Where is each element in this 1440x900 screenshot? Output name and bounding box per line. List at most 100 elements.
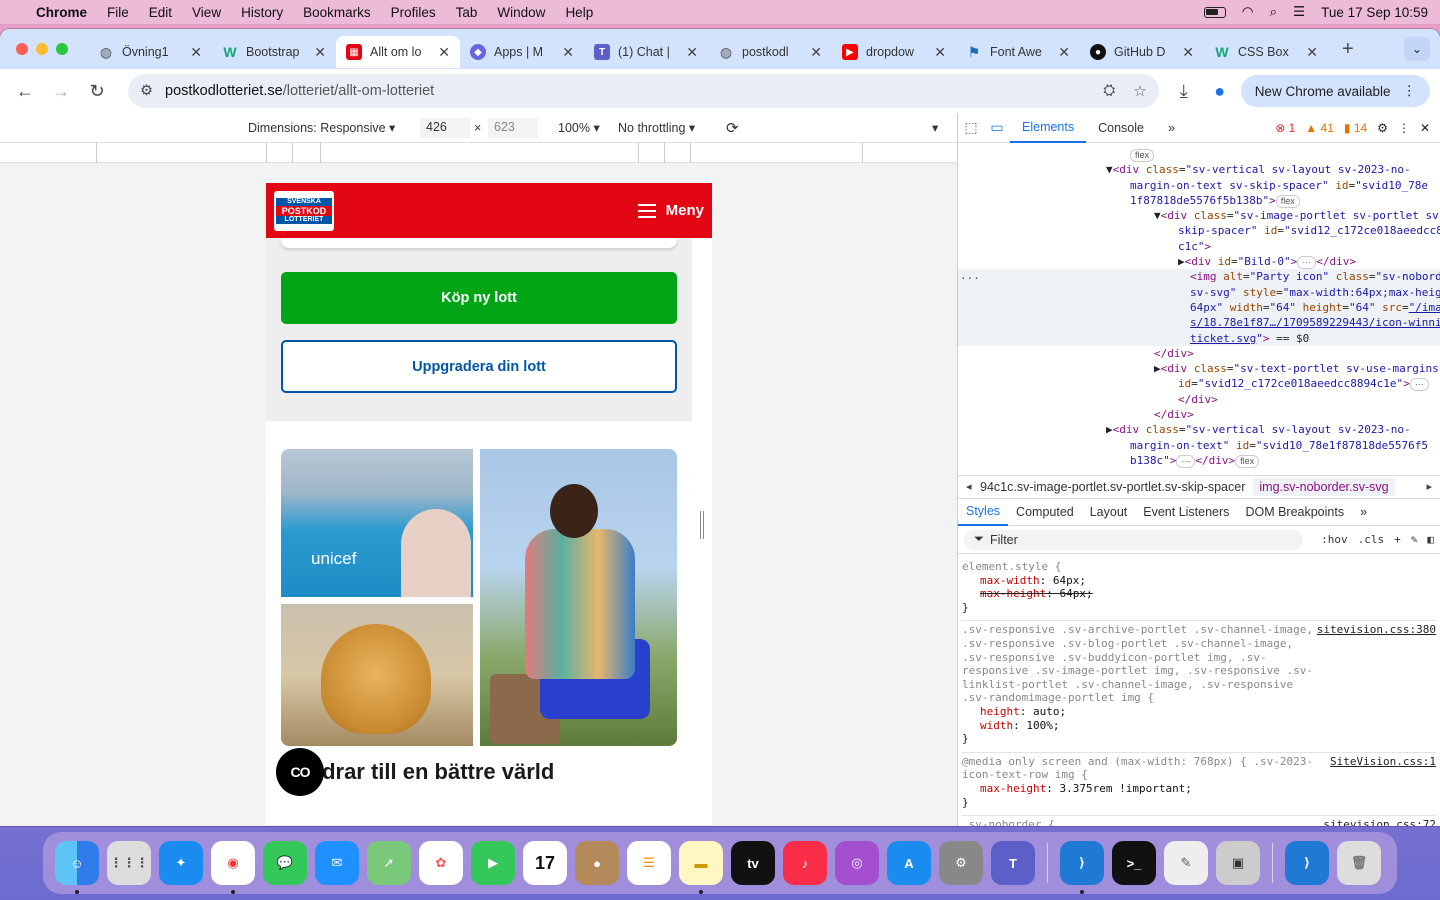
menubar-clock[interactable]: Tue 17 Sep 10:59 (1321, 5, 1428, 20)
close-tab-icon[interactable]: ✕ (438, 44, 450, 61)
devtools-kebab-icon[interactable]: ⋮ (1398, 121, 1410, 135)
device-more-caret-icon[interactable]: ▾ (932, 120, 938, 135)
upgrade-ticket-button[interactable]: Uppgradera din lott (281, 340, 677, 393)
control-center-icon[interactable]: ☰ (1293, 4, 1305, 20)
spotlight-search-icon[interactable]: ⌕ (1269, 4, 1277, 20)
app-store-icon[interactable]: A (887, 841, 931, 885)
tab-chat[interactable]: T (1) Chat | ✕ (584, 36, 708, 68)
trash-icon[interactable]: 🗑 (1337, 841, 1381, 885)
dom-line[interactable]: ▼<div class="sv-image-portlet sv-portlet… (958, 208, 1440, 223)
vscode-icon[interactable]: ⟩ (1060, 841, 1104, 894)
tab-github[interactable]: ● GitHub D ✕ (1080, 36, 1204, 68)
wifi-icon[interactable]: ◠ (1242, 4, 1254, 20)
dom-line[interactable]: c1c"> (958, 239, 1440, 254)
close-tab-icon[interactable]: ✕ (1058, 44, 1070, 61)
contacts-icon[interactable]: ● (575, 841, 619, 885)
dom-line[interactable]: id="svid12_c172ce018aeedcc8894c1e"> ··· (958, 376, 1440, 392)
css-declaration[interactable]: max-height: 64px; (962, 587, 1436, 601)
dom-line[interactable]: flex (958, 147, 1440, 162)
battery-icon[interactable] (1203, 6, 1226, 18)
vscode-document-icon[interactable]: ⟩ (1285, 841, 1329, 885)
ellipsis-icon[interactable]: ··· (960, 271, 980, 286)
textedit-icon[interactable]: ✎ (1164, 841, 1208, 885)
menu-window[interactable]: Window (497, 5, 545, 20)
css-declaration[interactable]: max-height: 3.375rem !important; (962, 782, 1436, 796)
back-arrow-icon[interactable]: ← (10, 76, 40, 106)
new-rule-plus-icon[interactable]: + (1394, 533, 1401, 546)
tab-computed[interactable]: Computed (1008, 499, 1082, 526)
dom-line[interactable]: margin-on-text sv-skip-spacer" id="svid1… (958, 178, 1440, 193)
paint-icon[interactable]: ✎ (1411, 533, 1418, 546)
rule-source-link[interactable]: sitevision.css:72 (1323, 818, 1436, 826)
dom-line[interactable]: </div> (958, 346, 1440, 361)
address-bar[interactable]: ⚙ postkodlotteriet.se/lotteriet/allt-om-… (128, 74, 1159, 108)
close-tab-icon[interactable]: ✕ (562, 44, 574, 61)
menu-tab[interactable]: Tab (456, 5, 478, 20)
tab-event-listeners[interactable]: Event Listeners (1135, 499, 1237, 526)
sidebar-toggle-icon[interactable]: ◧ (1427, 533, 1434, 546)
dimensions-select[interactable]: Dimensions: Responsive ▾ (248, 120, 395, 135)
facetime-icon[interactable]: ▶ (471, 841, 515, 885)
hov-toggle[interactable]: :hov (1321, 533, 1348, 546)
forward-arrow-icon[interactable]: → (46, 76, 76, 106)
tab-console[interactable]: Console (1086, 113, 1156, 143)
dom-line[interactable]: ticket.svg"> == $0 (958, 330, 1440, 346)
close-tab-icon[interactable]: ✕ (190, 44, 202, 61)
tab-css-box[interactable]: W CSS Box ✕ (1204, 36, 1328, 68)
kebab-menu-icon[interactable]: ⋮ (1403, 83, 1417, 99)
music-icon[interactable]: ♪ (783, 841, 827, 885)
style-rule[interactable]: sitevision.css:380 .sv-responsive .sv-arc… (962, 621, 1436, 753)
tab-elements[interactable]: Elements (1010, 113, 1087, 143)
style-rule[interactable]: SiteVision.css:1 @media only screen and (… (962, 753, 1436, 817)
reminders-icon[interactable]: ☰ (627, 841, 671, 885)
issue-count[interactable]: ▮ 14 (1344, 121, 1367, 135)
close-tab-icon[interactable]: ✕ (686, 44, 698, 61)
maps-icon[interactable]: ➚ (367, 841, 411, 885)
terminal-icon[interactable]: >_ (1112, 841, 1156, 885)
dom-line[interactable]: margin-on-text" id="svid10_78e1f87818de5… (958, 438, 1440, 453)
tab-postkodl[interactable]: ◍ postkodl ✕ (708, 36, 832, 68)
css-declaration[interactable]: width: 100%; (962, 719, 1436, 733)
width-input[interactable]: 426 (420, 117, 470, 138)
breadcrumb-right-icon[interactable]: ▸ (1426, 480, 1432, 493)
breadcrumb-left-icon[interactable]: ◂ (966, 480, 972, 493)
dom-line[interactable]: ▶<div class="sv-text-portlet sv-use-marg… (958, 361, 1440, 376)
close-tab-icon[interactable]: ✕ (1182, 44, 1194, 61)
calendar-icon[interactable]: 17 (523, 841, 567, 885)
system-settings-icon[interactable]: ⚙ (939, 841, 983, 885)
menu-toggle[interactable]: Meny (637, 202, 704, 219)
breadcrumb-current[interactable]: img.sv-noborder.sv-svg (1253, 478, 1395, 496)
dom-line[interactable]: ▼<div class="sv-vertical sv-layout sv-20… (958, 162, 1440, 177)
dom-line[interactable]: <img alt="Party icon" class="sv-noborder (958, 269, 1440, 285)
reload-icon[interactable]: ↻ (82, 76, 112, 106)
zoom-window-button[interactable] (56, 43, 68, 55)
close-devtools-icon[interactable]: ✕ (1420, 121, 1430, 135)
teams-dock-icon[interactable]: T (991, 841, 1035, 885)
new-chrome-available-button[interactable]: New Chrome available ⋮ (1240, 75, 1430, 107)
photos-icon[interactable]: ✿ (419, 841, 463, 885)
menu-help[interactable]: Help (565, 5, 593, 20)
dom-line[interactable]: skip-spacer" id="svid12_c172ce018aeedcc8… (958, 223, 1440, 238)
download-icon[interactable]: ⤓ (1169, 76, 1199, 106)
menu-bookmarks[interactable]: Bookmarks (303, 5, 371, 20)
finder-icon[interactable]: ☺ (55, 841, 99, 894)
tab-styles[interactable]: Styles (958, 499, 1009, 526)
dom-line[interactable]: </div> (958, 407, 1440, 422)
minimize-window-button[interactable] (36, 43, 48, 55)
settings-gear-icon[interactable]: ⚙ (1377, 121, 1388, 135)
styles-filter-input[interactable]: ⏷ Filter (964, 529, 1304, 550)
tab-allt-om-lotteriet[interactable]: ▦ Allt om lo ✕ (336, 36, 460, 68)
more-style-tabs-icon[interactable]: » (1352, 499, 1375, 526)
chrome-icon[interactable]: ◉ (211, 841, 255, 894)
dom-line[interactable]: s/18.78e1f87…/1709589229443/icon-winning… (958, 315, 1440, 331)
tab-search-chevron-icon[interactable]: ⌄ (1404, 37, 1430, 61)
dom-line[interactable]: b138c"> ··· </div> flex (958, 453, 1440, 468)
dom-line[interactable]: </div> (958, 392, 1440, 407)
dom-line[interactable]: ▶<div class="sv-vertical sv-layout sv-20… (958, 422, 1440, 437)
preview-icon[interactable]: ▣ (1216, 841, 1260, 885)
css-declaration[interactable]: max-width: 64px; (962, 574, 1436, 588)
dom-tree[interactable]: ··· flex ▼<div class="sv-vertical sv-layo… (958, 143, 1440, 475)
profile-avatar-icon[interactable]: ● (1205, 76, 1235, 106)
menu-view[interactable]: View (192, 5, 221, 20)
dom-line[interactable]: ▶<div id="Bild-0"> ··· </div> (958, 254, 1440, 270)
